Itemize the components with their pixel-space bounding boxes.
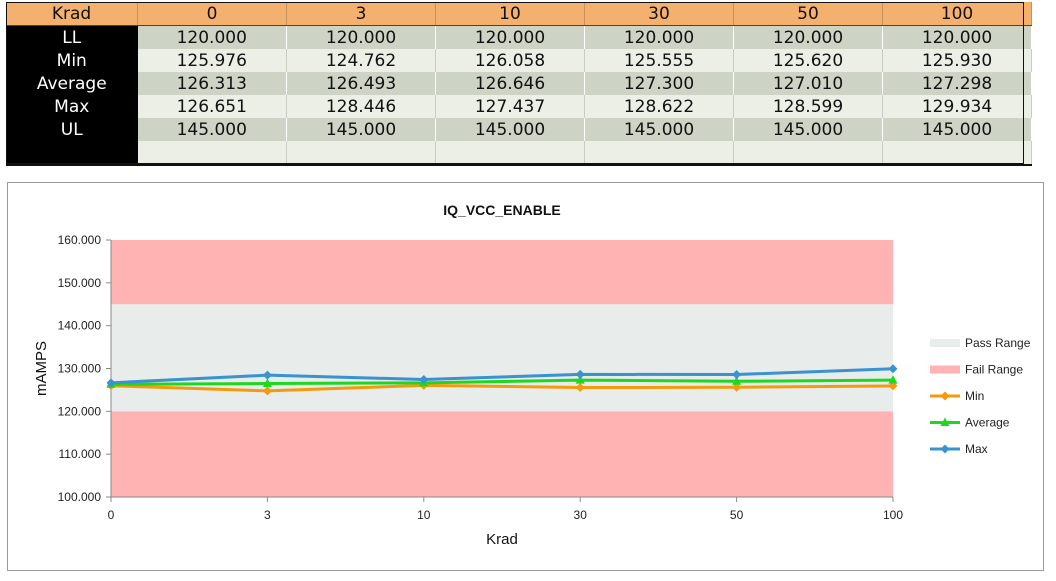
y-tick-label: 130.000	[58, 362, 102, 376]
table-cell: 127.010	[733, 72, 883, 95]
max-legend-marker	[940, 444, 950, 454]
column-header: 50	[733, 2, 883, 26]
chart-container: 100.000 110.000 120.000 130.000 140.000 150.0…	[7, 182, 1044, 571]
table-cell: 126.493	[286, 72, 436, 95]
x-tick-label: 10	[417, 508, 431, 522]
row-label-empty	[6, 141, 138, 166]
max-legend-label: Max	[965, 442, 988, 456]
y-tick-label: 110.000	[59, 447, 102, 461]
table-cell: 127.437	[435, 95, 585, 118]
table-row: Max 126.651 128.446 127.437 128.622 128.599 12…	[6, 95, 1032, 118]
table-cell: 120.000	[286, 25, 436, 49]
column-header: 100	[882, 2, 1032, 26]
row-label: Min	[6, 49, 138, 72]
x-tick-label: 50	[730, 508, 744, 522]
data-table: Krad 0 3 10 30 50 100 LL 120.000 120.000 120.000 12…	[6, 2, 1032, 166]
table-row: UL 145.000 145.000 145.000 145.000 145.000 145…	[6, 118, 1032, 141]
column-header: 3	[286, 2, 436, 26]
table-cell: 120.000	[733, 25, 883, 49]
column-header: 10	[435, 2, 585, 26]
table-row: Min 125.976 124.762 126.058 125.555 125.620 12…	[6, 49, 1032, 72]
table-corner-header: Krad	[6, 2, 138, 26]
table-cell: 125.620	[733, 49, 883, 72]
table-cell-empty	[137, 141, 287, 166]
table-cell: 124.762	[286, 49, 436, 72]
fail-range-legend-label: Fail Range	[965, 363, 1023, 377]
y-tick-label: 160.000	[58, 233, 102, 247]
table-cell: 128.446	[286, 95, 436, 118]
table-cell-empty	[286, 141, 436, 166]
x-tick-label: 30	[574, 508, 588, 522]
table-cell: 120.000	[882, 25, 1032, 49]
table-cell: 127.300	[584, 72, 734, 95]
table-cell: 126.646	[435, 72, 585, 95]
table-cell: 128.599	[733, 95, 883, 118]
fail-range-band	[111, 240, 893, 305]
table-cell-empty	[584, 141, 734, 166]
table-row-empty	[6, 141, 1032, 166]
table-cell: 120.000	[137, 25, 287, 49]
fail-range-band	[111, 411, 893, 497]
table-cell: 145.000	[584, 118, 734, 141]
x-axis-label: Krad	[486, 531, 518, 548]
min-legend-label: Min	[965, 389, 984, 403]
table-cell: 125.976	[137, 49, 287, 72]
table-cell: 120.000	[584, 25, 734, 49]
table-cell: 120.000	[435, 25, 585, 49]
table-cell: 127.298	[882, 72, 1032, 95]
table-cell-empty	[733, 141, 883, 166]
row-label: UL	[6, 118, 138, 141]
table-cell: 145.000	[733, 118, 883, 141]
y-tick-label: 140.000	[58, 319, 102, 333]
table-cell: 129.934	[882, 95, 1032, 118]
column-header: 30	[584, 2, 734, 26]
pass-range-legend-swatch	[930, 339, 960, 347]
y-tick-label: 100.000	[58, 490, 102, 504]
table-cell: 145.000	[137, 118, 287, 141]
min-legend-marker	[940, 391, 950, 401]
table-row: Average 126.313 126.493 126.646 127.300 127.0…	[6, 72, 1032, 95]
fail-range-legend-swatch	[930, 365, 960, 374]
average-legend-label: Average	[965, 416, 1010, 430]
table-cell: 125.555	[584, 49, 734, 72]
table-header-row: Krad 0 3 10 30 50 100	[6, 2, 1032, 26]
table-cell: 125.930	[882, 49, 1032, 72]
table-cell-empty	[882, 141, 1032, 166]
x-tick-label: 0	[108, 508, 115, 522]
table-cell: 128.622	[584, 95, 734, 118]
column-header: 0	[137, 2, 287, 26]
x-tick-label: 3	[264, 508, 271, 522]
line-chart: 100.000 110.000 120.000 130.000 140.000 150.0…	[33, 202, 1031, 548]
table-cell: 126.058	[435, 49, 585, 72]
row-label: Max	[6, 95, 138, 118]
x-tick-label: 100	[883, 508, 903, 522]
table-cell: 145.000	[435, 118, 585, 141]
y-axis-label: mAMPS	[33, 341, 50, 396]
row-label: Average	[6, 72, 138, 95]
pass-range-legend-label: Pass Range	[965, 336, 1031, 350]
table-cell: 126.313	[137, 72, 287, 95]
table-cell: 126.651	[137, 95, 287, 118]
chart-title: IQ_VCC_ENABLE	[443, 202, 560, 218]
y-tick-label: 120.000	[58, 404, 102, 418]
table-cell: 145.000	[882, 118, 1032, 141]
table-row: LL 120.000 120.000 120.000 120.000 120.000 120…	[6, 25, 1032, 49]
table-cell: 145.000	[286, 118, 436, 141]
table-cell-empty	[435, 141, 585, 166]
y-tick-label: 150.000	[58, 276, 102, 290]
row-label: LL	[6, 25, 138, 49]
pass-range-band	[111, 304, 893, 412]
